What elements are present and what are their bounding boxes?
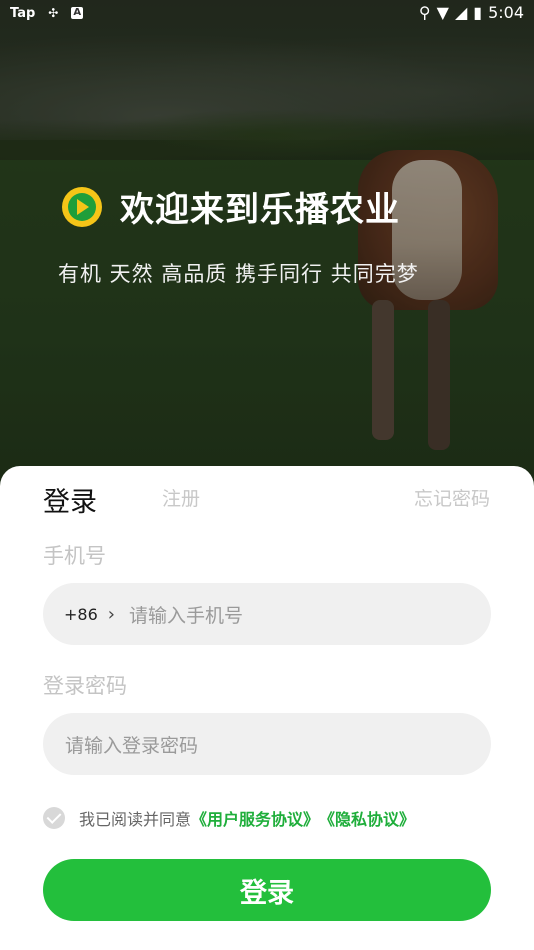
welcome-title: 欢迎来到乐播农业	[120, 190, 400, 230]
agreement-prefix: 我已阅读并同意	[79, 810, 192, 829]
user-agreement-link[interactable]: 《用户服务协议》	[191, 806, 319, 830]
phone-label: 手机号	[43, 544, 106, 568]
play-logo-icon	[62, 186, 102, 227]
password-field[interactable]: 请输入登录密码	[43, 713, 491, 775]
tab-register[interactable]: 注册	[162, 484, 200, 511]
hero-overlay	[0, 0, 534, 490]
password-input[interactable]: 请输入登录密码	[65, 731, 198, 758]
password-label: 登录密码	[43, 674, 127, 698]
status-bar: Tap ✣ A ⚲ ▼ ◢ ▮ 5:04	[0, 0, 534, 28]
clock: 5:04	[488, 3, 524, 22]
slogan: 有机 天然 高品质 携手同行 共同完梦	[58, 262, 419, 286]
signal-icon: ◢	[454, 3, 468, 22]
login-sheet: 登录 注册 忘记密码 手机号 +86 › 请输入手机号 登录密码 请输入登录密码…	[0, 466, 534, 950]
country-code[interactable]: +86	[64, 605, 98, 624]
phone-input[interactable]: 请输入手机号	[129, 601, 243, 628]
privacy-link[interactable]: 《隐私协议》	[319, 806, 415, 830]
check-icon[interactable]	[43, 807, 65, 829]
sync-icon: ✣	[48, 6, 59, 20]
wifi-icon: ▼	[436, 3, 449, 22]
tab-login[interactable]: 登录	[43, 480, 97, 519]
notification-icon: A	[71, 7, 84, 19]
agreement-row: 我已阅读并同意 《用户服务协议》 《隐私协议》	[43, 806, 415, 830]
hero-background	[0, 0, 534, 490]
phone-field[interactable]: +86 › 请输入手机号	[43, 583, 491, 645]
tap-app-icon: Tap	[10, 5, 36, 21]
forgot-password-link[interactable]: 忘记密码	[414, 484, 490, 511]
chevron-right-icon[interactable]: ›	[108, 604, 115, 625]
login-button[interactable]: 登录	[43, 859, 491, 921]
brand-header: 欢迎来到乐播农业	[62, 182, 400, 231]
battery-icon: ▮	[473, 3, 483, 22]
location-icon: ⚲	[418, 3, 431, 22]
